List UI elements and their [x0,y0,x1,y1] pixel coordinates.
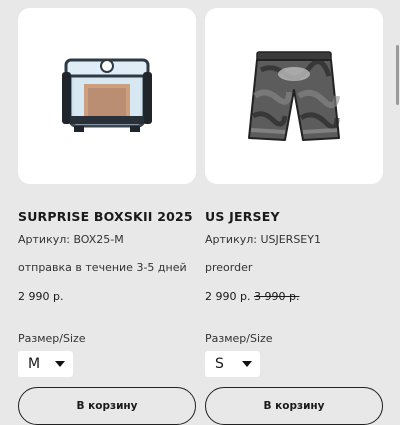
product-image-box[interactable] [205,8,383,184]
product-card-us-jersey[interactable]: US JERSEY Артикул: USJERSEY1 preorder 2 … [205,8,383,425]
product-title[interactable]: SURPRISE BOXSKII 2025 [18,209,196,224]
mystery-box-image [62,58,152,132]
product-title[interactable]: US JERSEY [205,209,383,224]
current-price: 2 990 р. [18,290,64,303]
product-sku: Артикул: BOX25-M [18,233,124,246]
size-label: Размер/Size [205,332,273,345]
product-price: 2 990 р. [18,290,196,303]
shipping-info: отправка в течение 3-5 дней [18,261,187,274]
shipping-info: preorder [205,261,253,274]
add-to-cart-button[interactable]: В корзину [18,387,196,425]
size-select-value: M [28,356,41,372]
old-price: 3 990 р. [253,290,300,303]
current-price: 2 990 р. [205,290,251,303]
product-card-surprise-box[interactable]: SURPRISE BOXSKII 2025 Артикул: BOX25-M о… [18,8,196,425]
size-select[interactable]: S [205,351,260,377]
add-to-cart-button[interactable]: В корзину [205,387,383,425]
product-price: 2 990 р. 3 990 р. [205,290,383,303]
jersey-shorts-image [248,51,340,141]
size-select-value: S [215,356,224,372]
size-label: Размер/Size [18,332,86,345]
product-sku: Артикул: USJERSEY1 [205,233,321,246]
scrollbar[interactable] [396,45,399,105]
product-image-box[interactable] [18,8,196,184]
chevron-down-icon [55,361,65,367]
size-select[interactable]: M [18,351,73,377]
chevron-down-icon [242,361,252,367]
